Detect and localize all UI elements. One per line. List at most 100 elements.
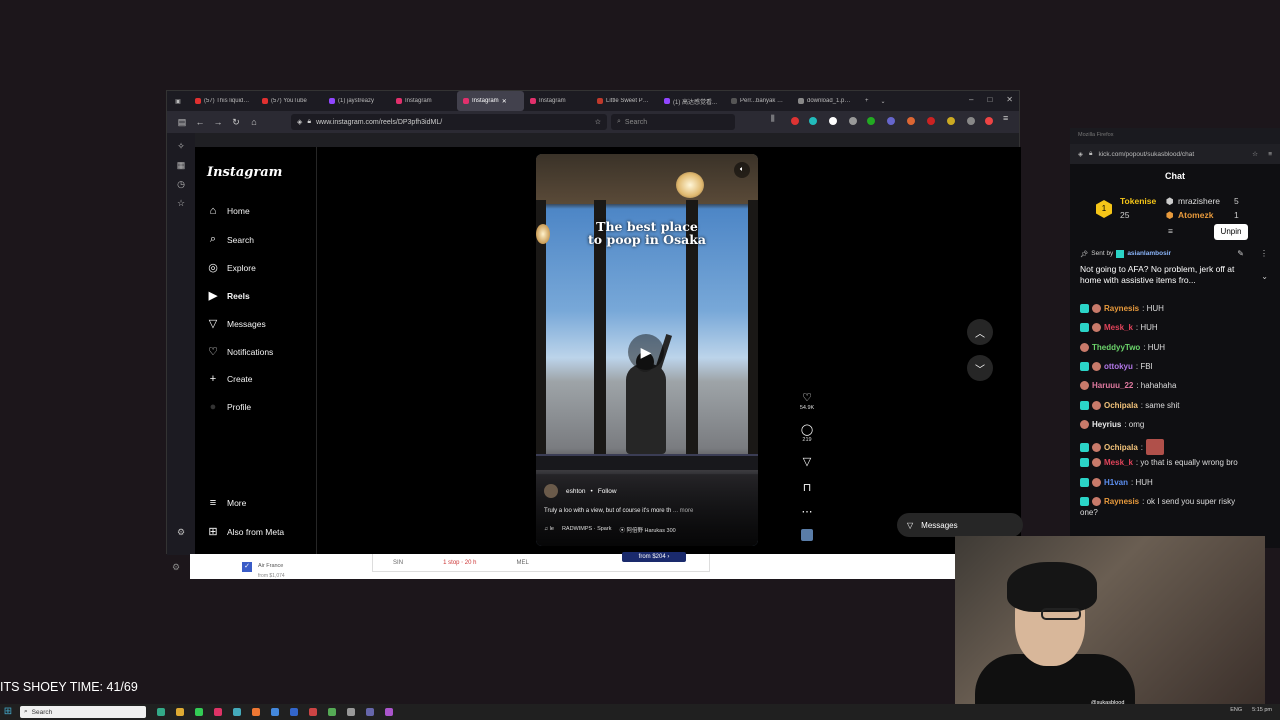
bookmark-star-icon[interactable]: ☆ [595, 118, 601, 126]
chat-username[interactable]: Ochipala [1104, 443, 1138, 452]
obs-icon[interactable] [366, 708, 374, 716]
audio-track[interactable]: RADWIMPS · Spark [562, 526, 612, 534]
nav-item-messages[interactable]: ▽ Messages [207, 317, 266, 330]
more-options-button[interactable]: ⋯ [795, 505, 819, 518]
more-options-icon[interactable]: ⋮ [1260, 249, 1268, 258]
like-button[interactable]: ♡ 54.9K [795, 391, 819, 411]
author-name[interactable]: eshton [566, 488, 586, 495]
history-icon[interactable]: ◷ [177, 179, 185, 190]
twitch-icon[interactable] [385, 708, 393, 716]
browser-tab[interactable]: (1) jaystreazy [323, 91, 390, 111]
extension-icon[interactable] [947, 117, 955, 125]
previous-reel-button[interactable]: ︿ [967, 319, 993, 345]
tab-overflow-icon[interactable]: ⌄ [875, 91, 892, 111]
taskbar-app-icon[interactable] [328, 708, 336, 716]
tab-close-icon[interactable]: ✕ [502, 98, 507, 105]
author-avatar[interactable] [544, 484, 558, 498]
chat-username[interactable]: Raynesis [1104, 497, 1139, 506]
back-icon[interactable]: ← [191, 117, 209, 127]
browser-tab[interactable]: download_1.png (PNG... [792, 91, 859, 111]
checkbox-icon[interactable]: ✓ [242, 562, 252, 572]
pinned-sender[interactable]: asianlambosir [1127, 250, 1171, 258]
collapse-icon[interactable]: ≡ [1168, 226, 1173, 236]
minimize-icon[interactable]: – [969, 95, 973, 104]
expand-icon[interactable]: ⌄ [1261, 272, 1268, 281]
extension-icon[interactable] [907, 117, 915, 125]
settings-icon[interactable]: ⚙ [172, 562, 180, 573]
messages-button[interactable]: ▽ Messages [897, 513, 1023, 537]
leader-name[interactable]: mrazishere [1178, 196, 1220, 206]
extension-icon[interactable] [809, 117, 817, 125]
chat-username[interactable]: Mesk_k [1104, 458, 1133, 467]
browser-tab[interactable]: (57) This liquid is... [189, 91, 256, 111]
menu-icon[interactable]: ≡ [1003, 113, 1011, 123]
library-icon[interactable]: ⫼ [771, 114, 779, 123]
follow-button[interactable]: Follow [598, 488, 617, 495]
tray-clock[interactable]: 5:15 pm [1252, 707, 1272, 713]
chat-url-bar[interactable]: ◈ 🔒︎ kick.com/popout/sukasblood/chat ☆ ≡ [1070, 144, 1280, 164]
browser-tab[interactable]: Instagram ✕ [457, 91, 524, 111]
nav-item-search[interactable]: ⌕ Search [207, 233, 254, 246]
also-from-meta-button[interactable]: ⊞ Also from Meta [207, 525, 284, 538]
chat-username[interactable]: TheddyyTwo [1092, 343, 1140, 352]
chat-username[interactable]: Ochipala [1104, 401, 1138, 410]
close-icon[interactable]: ✕ [1006, 95, 1013, 104]
taskbar-app-icon[interactable] [157, 708, 165, 716]
browser-tab[interactable]: Perr...banyak wel... [725, 91, 792, 111]
new-tab-button[interactable]: + [859, 91, 875, 111]
extension-icon[interactable] [829, 117, 837, 125]
tabs-icon[interactable]: ▦ [177, 160, 186, 171]
comment-button[interactable]: ◯ 219 [795, 423, 819, 443]
ad-cta-button[interactable]: from $204 › [622, 552, 686, 562]
bookmark-star-icon[interactable]: ☆ [1252, 150, 1258, 158]
maximize-icon[interactable]: □ [987, 95, 992, 104]
chat-username[interactable]: Raynesis [1104, 304, 1139, 313]
nav-item-home[interactable]: ⌂ Home [207, 205, 250, 217]
volume-icon[interactable]: 🔈︎ [734, 162, 750, 178]
caption-more-link[interactable]: ... more [673, 508, 693, 514]
home-button-icon[interactable]: ⌂ [245, 117, 263, 127]
bookmarks-icon[interactable]: ☆ [177, 198, 185, 209]
sidebar-toggle-icon[interactable]: ▤ [173, 117, 191, 128]
edge-icon[interactable] [233, 708, 241, 716]
nav-item-profile[interactable]: ● Profile [207, 401, 251, 413]
extension-icon[interactable] [849, 117, 857, 125]
extension-icon[interactable] [967, 117, 975, 125]
ai-icon[interactable]: ✧ [177, 141, 185, 152]
unpin-tooltip[interactable]: Unpin [1214, 224, 1248, 240]
leader-name[interactable]: Tokenise [1120, 196, 1156, 206]
reel-video[interactable]: The best place to poop in Osaka ▶ 🔈︎ esh… [536, 154, 758, 546]
nav-item-notifications[interactable]: ♡ Notifications [207, 345, 273, 358]
browser-tab[interactable]: (1) 高达感觉看... [658, 91, 725, 111]
chat-username[interactable]: Heyrius [1092, 420, 1121, 429]
nav-item-create[interactable]: + Create [207, 373, 253, 385]
windows-start-icon[interactable]: ⊞ [0, 704, 16, 720]
leader-name[interactable]: Atomezk [1178, 210, 1213, 220]
instagram-logo[interactable]: Instagram [207, 165, 282, 180]
settings-icon[interactable]: ⚙ [177, 527, 185, 538]
taskbar-search[interactable]: ⌕ Search [20, 706, 146, 718]
url-bar[interactable]: ◈ 🔒︎ www.instagram.com/reels/DP3pfh3idML… [291, 114, 607, 130]
extension-icon[interactable] [867, 117, 875, 125]
chat-username[interactable]: Haruuu_22 [1092, 381, 1133, 390]
folder-icon[interactable] [176, 708, 184, 716]
chat-username[interactable]: H1van [1104, 478, 1128, 487]
tab-list-button[interactable]: ▣ [167, 91, 189, 111]
chat-username[interactable]: Mesk_k [1104, 323, 1133, 332]
extension-icon[interactable] [985, 117, 993, 125]
extension-icon[interactable] [791, 117, 799, 125]
taskbar-app-icon[interactable] [347, 708, 355, 716]
more-button[interactable]: ≡ More [207, 497, 247, 509]
taskbar-app-icon[interactable] [309, 708, 317, 716]
nav-item-explore[interactable]: ◎ Explore [207, 261, 256, 274]
audio-thumbnail[interactable] [795, 529, 819, 544]
taskbar-app-icon[interactable] [214, 708, 222, 716]
browser-tab[interactable]: Instagram [390, 91, 457, 111]
chat-username[interactable]: ottokyu [1104, 362, 1133, 371]
reload-icon[interactable]: ↻ [227, 117, 245, 128]
browser-tab[interactable]: Little Sweet Potat... [591, 91, 658, 111]
save-button[interactable]: ⊓ [795, 481, 819, 494]
taskbar-app-icon[interactable] [271, 708, 279, 716]
search-bar[interactable]: ⌕ Search [611, 114, 735, 130]
extension-icon[interactable] [927, 117, 935, 125]
